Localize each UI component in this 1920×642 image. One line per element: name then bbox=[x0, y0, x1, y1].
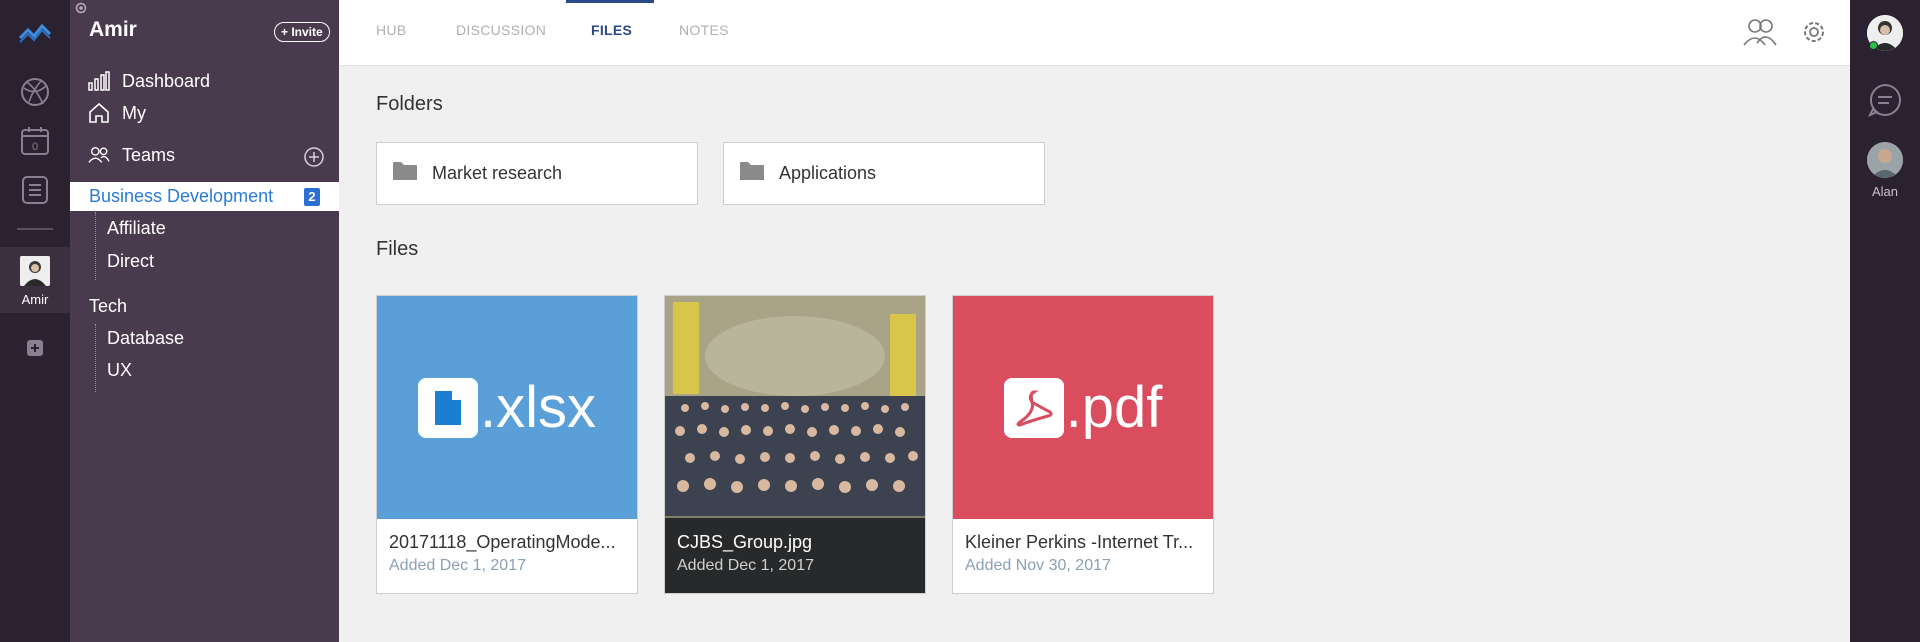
invite-button[interactable]: + Invite bbox=[274, 22, 330, 42]
right-rail: Alan bbox=[1850, 0, 1920, 642]
file-name: 20171118_OperatingMode... bbox=[389, 532, 616, 552]
workspace-title: Amir bbox=[89, 18, 137, 41]
file-name: Kleiner Perkins -Internet Tr... bbox=[965, 532, 1194, 552]
calendar-count: 0 bbox=[32, 141, 38, 153]
sidebar-item-direct[interactable]: Direct bbox=[107, 251, 154, 272]
file-date: Added Nov 30, 2017 bbox=[965, 557, 1111, 574]
sidebar-item-label: Teams bbox=[122, 144, 176, 165]
file-card[interactable]: .xlsx 20171118_OperatingMode... Added De… bbox=[376, 295, 638, 594]
add-workspace-icon[interactable] bbox=[0, 339, 70, 357]
add-team-icon[interactable] bbox=[303, 146, 325, 173]
rail-user-name: Amir bbox=[21, 292, 49, 307]
files-heading: Files bbox=[376, 238, 419, 260]
sidebar-item-teams[interactable]: Teams bbox=[88, 144, 175, 166]
sidebar-item-tech[interactable]: Tech bbox=[89, 296, 127, 317]
sidebar-item-label: My bbox=[122, 102, 146, 123]
settings-gear-icon[interactable] bbox=[1799, 17, 1829, 52]
file-thumbnail: .pdf bbox=[953, 296, 1213, 519]
folder-label: Applications bbox=[779, 163, 877, 183]
pdf-icon bbox=[1003, 377, 1064, 438]
tree-line bbox=[95, 324, 96, 392]
tab-hub[interactable]: HUB bbox=[376, 22, 406, 38]
rail-divider bbox=[17, 228, 53, 230]
document-icon bbox=[418, 377, 478, 438]
members-icon[interactable] bbox=[1743, 17, 1777, 52]
sidebar-item-business-development[interactable]: Business Development 2 bbox=[70, 182, 339, 211]
team-label: Business Development bbox=[89, 186, 274, 206]
file-date: Added Dec 1, 2017 bbox=[677, 557, 814, 574]
file-name: CJBS_Group.jpg bbox=[677, 532, 813, 552]
sidebar-item-dashboard[interactable]: Dashboard bbox=[88, 70, 210, 92]
file-card[interactable]: .pdf Kleiner Perkins -Internet Tr... Add… bbox=[952, 295, 1214, 594]
contact-name: Alan bbox=[1871, 184, 1899, 199]
gear-icon[interactable] bbox=[73, 0, 89, 21]
bar-chart-icon bbox=[88, 70, 110, 92]
sidebar-item-ux[interactable]: UX bbox=[107, 360, 132, 381]
calendar-icon[interactable]: 0 bbox=[0, 126, 70, 156]
folder-applications[interactable]: Applications bbox=[723, 142, 1045, 205]
tab-discussion[interactable]: DISCUSSION bbox=[456, 22, 546, 38]
sidebar-item-label: Dashboard bbox=[122, 70, 211, 91]
users-icon bbox=[88, 144, 110, 166]
folders-heading: Folders bbox=[376, 93, 443, 115]
avatar[interactable] bbox=[1867, 142, 1903, 178]
chat-icon[interactable] bbox=[1867, 82, 1903, 123]
folder-icon bbox=[739, 161, 765, 186]
globe-icon[interactable] bbox=[0, 76, 70, 108]
unread-badge: 2 bbox=[304, 188, 320, 206]
avatar[interactable] bbox=[20, 256, 50, 286]
file-date: Added Dec 1, 2017 bbox=[389, 557, 526, 574]
active-tab-indicator bbox=[566, 0, 654, 3]
file-thumbnail: .xlsx bbox=[377, 296, 637, 519]
app-rail: 0 Amir bbox=[0, 0, 70, 642]
sidebar-item-database[interactable]: Database bbox=[107, 328, 184, 349]
notes-icon[interactable] bbox=[0, 175, 70, 205]
app-logo-icon[interactable] bbox=[0, 22, 70, 44]
folder-market-research[interactable]: Market research bbox=[376, 142, 698, 205]
tab-files[interactable]: FILES bbox=[591, 22, 632, 38]
file-extension: .pdf bbox=[1065, 375, 1163, 440]
sidebar: Amir + Invite Dashboard My Teams Busines… bbox=[70, 0, 339, 642]
top-bar: HUB DISCUSSION FILES NOTES bbox=[339, 0, 1850, 66]
file-card[interactable]: CJBS_Group.jpg Added Dec 1, 2017 bbox=[664, 295, 926, 594]
sidebar-item-my[interactable]: My bbox=[88, 102, 146, 124]
tab-notes[interactable]: NOTES bbox=[679, 22, 729, 38]
tree-line bbox=[95, 212, 96, 280]
sidebar-item-affiliate[interactable]: Affiliate bbox=[107, 218, 166, 239]
online-status-dot bbox=[1869, 41, 1878, 50]
file-extension: .xlsx bbox=[480, 375, 596, 440]
folder-label: Market research bbox=[432, 163, 563, 183]
folder-icon bbox=[392, 161, 418, 186]
home-icon bbox=[88, 102, 110, 124]
